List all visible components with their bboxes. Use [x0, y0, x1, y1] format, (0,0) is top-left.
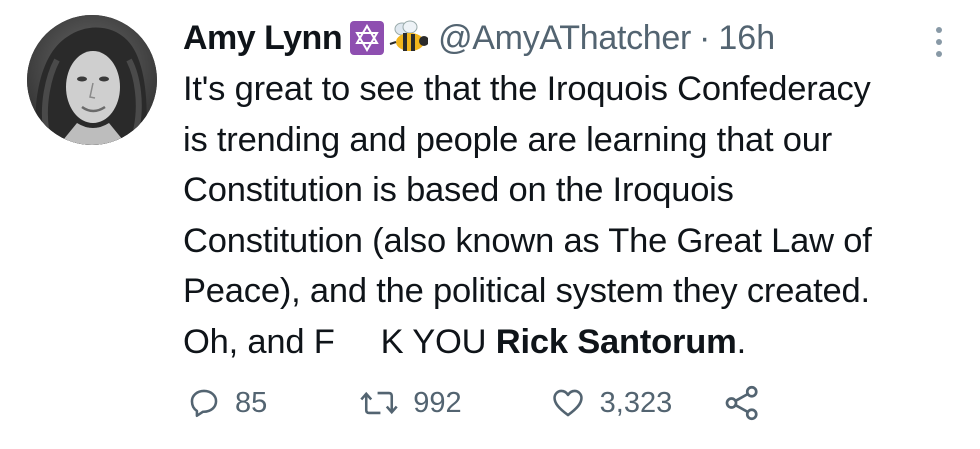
tweet-text-period: .	[736, 322, 747, 361]
reply-button[interactable]: 85	[187, 386, 267, 420]
heart-icon	[552, 389, 583, 417]
avatar[interactable]	[27, 15, 157, 145]
reply-icon	[190, 389, 218, 418]
tweet[interactable]: Amy Lynn @AmyAThatcher · 16h It's great …	[0, 0, 980, 449]
reply-count: 85	[235, 386, 268, 419]
like-count: 3,323	[599, 386, 673, 419]
tweet-text-k: K YOU	[380, 322, 496, 361]
retweet-button[interactable]: 992	[359, 386, 462, 420]
tweet-body: It's great to see that the Iroquois Conf…	[183, 64, 958, 367]
bee-icon	[388, 20, 430, 56]
share-button[interactable]	[724, 385, 760, 421]
tweet-header: Amy Lynn @AmyAThatcher · 16h	[183, 12, 958, 64]
star-of-david-icon	[350, 21, 385, 55]
author-handle[interactable]: @AmyAThatcher	[438, 19, 691, 58]
more-vertical-icon[interactable]	[934, 24, 944, 60]
retweet-icon	[360, 391, 398, 415]
avatar-photo	[27, 15, 157, 145]
share-icon	[725, 385, 758, 421]
retweet-count: 992	[413, 386, 462, 419]
author-name[interactable]: Amy Lynn	[183, 19, 343, 58]
like-button[interactable]: 3,323	[550, 386, 673, 420]
separator-dot: ·	[699, 18, 711, 57]
tweet-actions: 85 992 3,323	[187, 385, 760, 421]
mention-link[interactable]: Rick Santorum	[496, 323, 737, 361]
tweet-timestamp[interactable]: 16h	[718, 19, 775, 58]
tweet-content: Amy Lynn @AmyAThatcher · 16h It's great …	[183, 12, 958, 367]
tweet-text-oh: Oh, and F	[183, 322, 335, 361]
tweet-text: It's great to see that the Iroquois Conf…	[183, 70, 872, 310]
